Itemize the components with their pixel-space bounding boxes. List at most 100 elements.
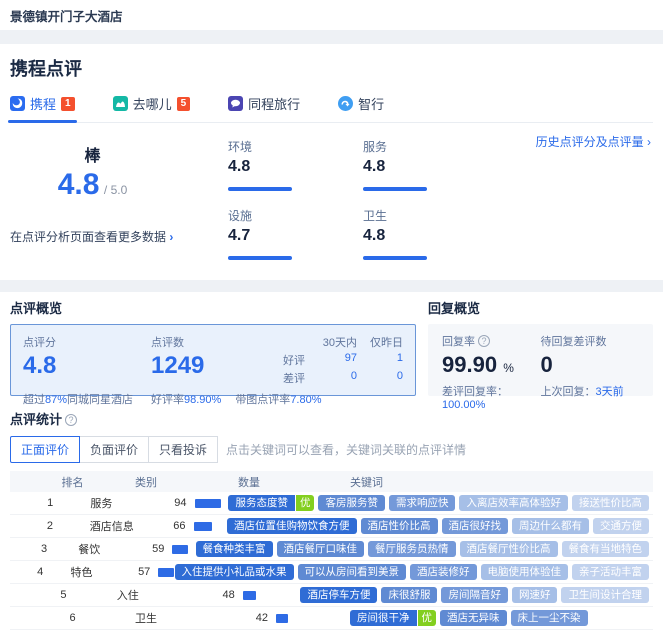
- reply-overview-title: 回复概览: [428, 298, 480, 317]
- count-bar: [243, 591, 256, 600]
- keyword-tag[interactable]: 客房服务赞: [318, 495, 385, 512]
- keywords-cell: 房间很干净优酒店无异味床上一尘不染: [350, 610, 653, 627]
- rank-cell: 5: [10, 589, 117, 601]
- keyword-tag[interactable]: 酒店位置佳购物饮食方便: [227, 518, 357, 535]
- keyword-tag[interactable]: 电脑使用体验佳: [481, 564, 569, 581]
- keyword-tag[interactable]: 网速好: [512, 587, 558, 604]
- keyword-tag[interactable]: 酒店餐厅口味佳: [277, 541, 365, 558]
- keyword-tag[interactable]: 亲子活动丰富: [572, 564, 649, 581]
- score-max: / 5.0: [104, 183, 127, 197]
- count-cell: 59: [134, 543, 195, 555]
- keyword-tag[interactable]: 需求响应快: [389, 495, 456, 512]
- hotel-name: 景德镇开门子大酒店: [10, 6, 123, 25]
- score-summary: 棒 4.8 / 5.0 在点评分析页面查看更多数据 › 环境 4.8: [10, 123, 653, 260]
- keywords-cell: 酒店停车方便床很舒服房间隔音好网速好卫生间设计合理: [300, 587, 653, 604]
- tab-label: 智行: [358, 94, 384, 113]
- count-cell: 94: [157, 497, 229, 509]
- pending-reply-count: 0: [541, 353, 640, 377]
- count-cell: 57: [120, 566, 174, 578]
- keyword-tag[interactable]: 可以从房间看到美景: [298, 564, 407, 581]
- qunar-icon: [113, 96, 128, 111]
- count-cell: 48: [205, 589, 301, 601]
- tab-positive[interactable]: 正面评价: [10, 436, 80, 463]
- ctrip-review-panel: 携程点评 携程 1 去哪儿 5 同程旅行: [0, 44, 663, 280]
- reply-rate: 99.90 %: [442, 353, 541, 377]
- keyword-tag[interactable]: 接送性价比高: [572, 495, 649, 512]
- tab-label: 携程: [30, 94, 56, 113]
- sub-score-service: 服务 4.8: [363, 138, 498, 191]
- count-bar: [194, 522, 212, 531]
- col-30d: 30天内: [305, 334, 357, 350]
- table-row: 2 酒店信息 66 酒店位置佳购物饮食方便酒店性价比高酒店很好找周边什么都有交通…: [10, 515, 653, 538]
- keyword-tag[interactable]: 酒店餐厅性价比高: [460, 541, 558, 558]
- rank-cell: 2: [10, 520, 90, 532]
- stats-table-body: 1 服务 94 服务态度赞优客房服务赞需求响应快入离店效率高体验好接送性价比高 …: [10, 492, 653, 630]
- count-value: 48: [205, 589, 235, 601]
- review-stats-title: 点评统计?: [10, 409, 653, 428]
- count-cell: 42: [238, 612, 350, 624]
- keyword-tag[interactable]: 入住提供小礼品或水果: [175, 564, 294, 581]
- stats-table-header: 排名 类别 数量 关键词: [10, 471, 653, 492]
- keyword-tag[interactable]: 交通方便: [593, 518, 649, 535]
- rank-cell: 1: [10, 497, 90, 509]
- page: 景德镇开门子大酒店 携程点评 携程 1 去哪儿 5: [0, 0, 663, 631]
- keyword-tag[interactable]: 餐食种类丰富: [196, 541, 273, 558]
- info-icon[interactable]: ?: [478, 335, 490, 347]
- tab-tongcheng[interactable]: 同程旅行: [228, 94, 300, 122]
- tab-ctrip[interactable]: 携程 1: [10, 94, 75, 122]
- keywords-cell: 酒店位置佳购物饮食方便酒店性价比高酒店很好找周边什么都有交通方便: [227, 518, 653, 535]
- history-score-link[interactable]: 历史点评分及点评量 ›: [536, 133, 651, 150]
- keyword-tag[interactable]: 餐厅服务员热情: [368, 541, 456, 558]
- review-overview-box: 点评分 4.8 点评数 1249 30天内 仅昨日 好评 97 1 差: [10, 324, 416, 396]
- keyword-tag[interactable]: 床很舒服: [381, 587, 437, 604]
- review-count: 1249: [151, 353, 281, 379]
- count-value: 59: [134, 543, 164, 555]
- category-cell: 服务: [90, 495, 156, 511]
- keyword-tag[interactable]: 周边什么都有: [512, 518, 589, 535]
- review-score: 4.8: [23, 353, 151, 379]
- count-bar: [172, 545, 188, 554]
- tab-complaints[interactable]: 只看投诉: [148, 436, 218, 463]
- table-row: 1 服务 94 服务态度赞优客房服务赞需求响应快入离店效率高体验好接送性价比高: [10, 492, 653, 515]
- analysis-more-link[interactable]: 在点评分析页面查看更多数据 ›: [10, 228, 228, 245]
- table-row: 5 入住 48 酒店停车方便床很舒服房间隔音好网速好卫生间设计合理: [10, 584, 653, 607]
- keyword-tag[interactable]: 酒店性价比高: [361, 518, 438, 535]
- keyword-tag[interactable]: 入离店效率高体验好: [459, 495, 568, 512]
- tab-badge: 5: [177, 97, 191, 111]
- count-cell: 66: [156, 520, 227, 532]
- keyword-tag[interactable]: 酒店无异味: [440, 610, 507, 627]
- count-bar: [195, 499, 221, 508]
- hotel-header-bar: 景德镇开门子大酒店: [0, 0, 663, 30]
- category-cell: 餐饮: [78, 541, 134, 557]
- rank-cell: 3: [10, 543, 78, 555]
- last-reply: 上次回复：3天前: [541, 383, 640, 399]
- keywords-cell: 入住提供小礼品或水果可以从房间看到美景酒店装修好电脑使用体验佳亲子活动丰富: [175, 564, 654, 581]
- info-icon[interactable]: ?: [65, 414, 77, 426]
- reply-overview-box: 回复率? 99.90 % 差评回复率：100.00% 待回复差评数 0 上次回复…: [428, 324, 653, 396]
- tab-zhixing[interactable]: 智行: [338, 94, 384, 122]
- keyword-tag[interactable]: 房间隔音好: [441, 587, 508, 604]
- tab-negative[interactable]: 负面评价: [79, 436, 149, 463]
- count-label: 点评数: [151, 334, 281, 350]
- good-rate: 好评率98.90%: [151, 391, 221, 407]
- bad-reply-rate: 差评回复率：100.00%: [442, 383, 541, 411]
- keyword-tag[interactable]: 酒店停车方便: [300, 587, 377, 604]
- photo-rate: 带图点评率7.80%: [235, 391, 321, 407]
- score-bar: [363, 187, 427, 191]
- zhixing-icon: [338, 96, 353, 111]
- count-value: 42: [238, 612, 268, 624]
- overall-score: 4.8: [58, 168, 100, 201]
- keyword-tag[interactable]: 餐食有当地特色: [562, 541, 650, 558]
- keyword-tag[interactable]: 服务态度赞: [228, 495, 295, 512]
- recent-stats-table: 30天内 仅昨日 好评 97 1 差评 0 0: [281, 334, 403, 386]
- score-bar: [363, 256, 427, 260]
- keyword-tag[interactable]: 房间很干净: [350, 610, 417, 627]
- tab-qunar[interactable]: 去哪儿 5: [113, 94, 191, 122]
- count-value: 57: [120, 566, 150, 578]
- page-title: 携程点评: [10, 44, 653, 81]
- keyword-tag[interactable]: 床上一尘不染: [511, 610, 588, 627]
- score-grade: 棒: [10, 142, 175, 166]
- keyword-tag[interactable]: 酒店很好找: [442, 518, 509, 535]
- keyword-tag[interactable]: 酒店装修好: [410, 564, 477, 581]
- keyword-tag[interactable]: 卫生间设计合理: [561, 587, 649, 604]
